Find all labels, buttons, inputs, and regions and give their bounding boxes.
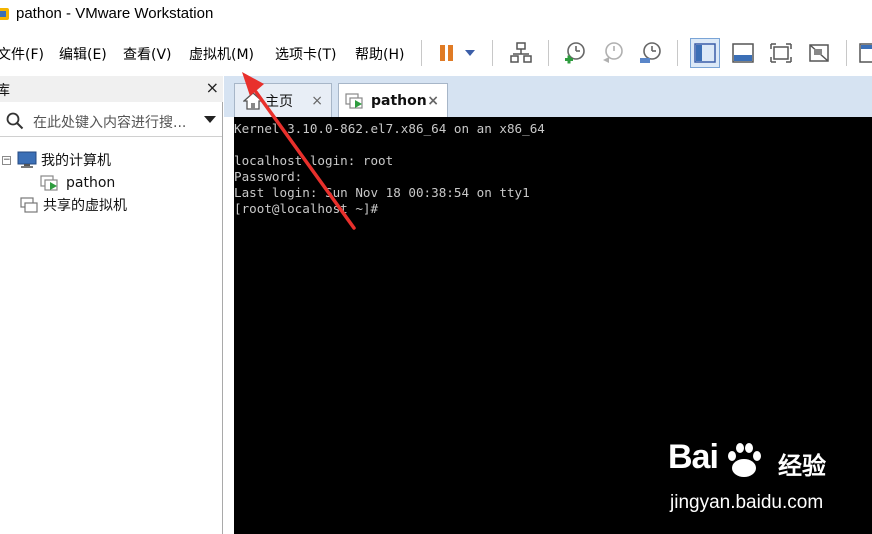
menu-vm[interactable]: 虚拟机(M) <box>189 44 254 64</box>
thumbnail-view-icon <box>732 43 754 63</box>
revert-snapshot-button[interactable] <box>598 38 628 68</box>
toolbar-separator <box>677 40 678 66</box>
tab-strip: 主页 × pathon × <box>224 76 872 117</box>
console-output: Kernel 3.10.0-862.el7.x86_64 on an x86_6… <box>234 121 545 216</box>
search-dropdown-icon[interactable] <box>204 116 216 124</box>
menu-toolbar-bar: 文件(F) 编辑(E) 查看(V) 虚拟机(M) 选项卡(T) 帮助(H) <box>0 32 872 74</box>
menu-file[interactable]: 文件(F) <box>0 44 44 64</box>
watermark-url: jingyan.baidu.com <box>670 492 824 513</box>
library-view-icon <box>694 43 716 63</box>
tree-label-vm: pathon <box>66 175 116 191</box>
console-view-button[interactable] <box>856 38 872 68</box>
thumbnail-bar-button[interactable] <box>728 38 758 68</box>
search-icon <box>6 112 24 130</box>
title-bar: pathon - VMware Workstation <box>0 0 872 30</box>
search-input[interactable]: 在此处键入内容进行搜... <box>33 112 186 132</box>
tab-home-label: 主页 <box>265 93 293 110</box>
home-icon <box>243 91 263 110</box>
tab-pathon-label: pathon <box>371 92 427 109</box>
toolbar-separator <box>548 40 549 66</box>
tree-node-my-computer[interactable]: − 我的计算机 <box>2 149 111 171</box>
show-library-button[interactable] <box>690 38 720 68</box>
library-close-icon[interactable]: × <box>206 78 219 97</box>
baidu-watermark: Bai 经验 jingyan.baidu.com <box>668 438 868 518</box>
tree-label-my-computer: 我的计算机 <box>41 153 111 169</box>
suspend-button[interactable] <box>432 38 462 68</box>
computer-icon <box>17 151 37 168</box>
collapse-icon[interactable]: − <box>2 155 11 165</box>
tab-pathon-close-icon[interactable]: × <box>427 93 439 109</box>
toolbar-separator <box>421 40 422 66</box>
vm-running-icon <box>40 175 58 191</box>
take-snapshot-button[interactable] <box>560 38 590 68</box>
snapshot-revert-icon <box>603 42 623 63</box>
library-title: 库 <box>0 83 10 99</box>
console-view-icon <box>859 43 872 63</box>
watermark-brand: Bai <box>668 438 719 476</box>
snapshot-manager-icon <box>640 42 661 63</box>
snapshot-take-icon <box>565 42 585 64</box>
triangle-down-icon <box>465 50 475 56</box>
vm-tab-icon <box>345 92 363 109</box>
menu-view[interactable]: 查看(V) <box>123 44 172 64</box>
menu-tabs[interactable]: 选项卡(T) <box>275 44 336 64</box>
library-search[interactable]: 在此处键入内容进行搜... <box>0 104 222 137</box>
toolbar-separator <box>492 40 493 66</box>
unity-icon <box>809 44 829 62</box>
fullscreen-icon <box>770 43 792 63</box>
unity-button[interactable] <box>804 38 834 68</box>
baidu-paw-icon <box>728 443 761 477</box>
library-header: 库 × <box>0 76 223 102</box>
pause-icon <box>440 45 453 61</box>
tree-label-shared: 共享的虚拟机 <box>43 198 127 214</box>
power-dropdown-button[interactable] <box>460 38 480 68</box>
network-icon <box>510 42 532 63</box>
tree-node-shared-vms[interactable]: 共享的虚拟机 <box>19 194 127 216</box>
menu-help[interactable]: 帮助(H) <box>355 44 404 64</box>
snapshot-manager-button[interactable] <box>636 38 666 68</box>
tab-pathon[interactable]: pathon × <box>338 83 448 117</box>
tree-node-vm-pathon[interactable]: pathon <box>40 172 116 194</box>
toolbar-separator <box>846 40 847 66</box>
watermark-brand-cn: 经验 <box>778 452 826 480</box>
menu-edit[interactable]: 编辑(E) <box>59 44 107 64</box>
shared-vm-icon <box>20 197 38 213</box>
tab-home[interactable]: 主页 × <box>234 83 332 117</box>
window-title: pathon - VMware Workstation <box>16 5 214 22</box>
full-screen-button[interactable] <box>766 38 796 68</box>
send-ctrl-alt-del-button[interactable] <box>506 38 536 68</box>
tab-home-close-icon[interactable]: × <box>311 93 323 109</box>
library-panel: 库 × 在此处键入内容进行搜... − 我的计算机 pathon 共享的虚拟机 <box>0 76 223 534</box>
vmware-app-icon <box>0 8 9 20</box>
